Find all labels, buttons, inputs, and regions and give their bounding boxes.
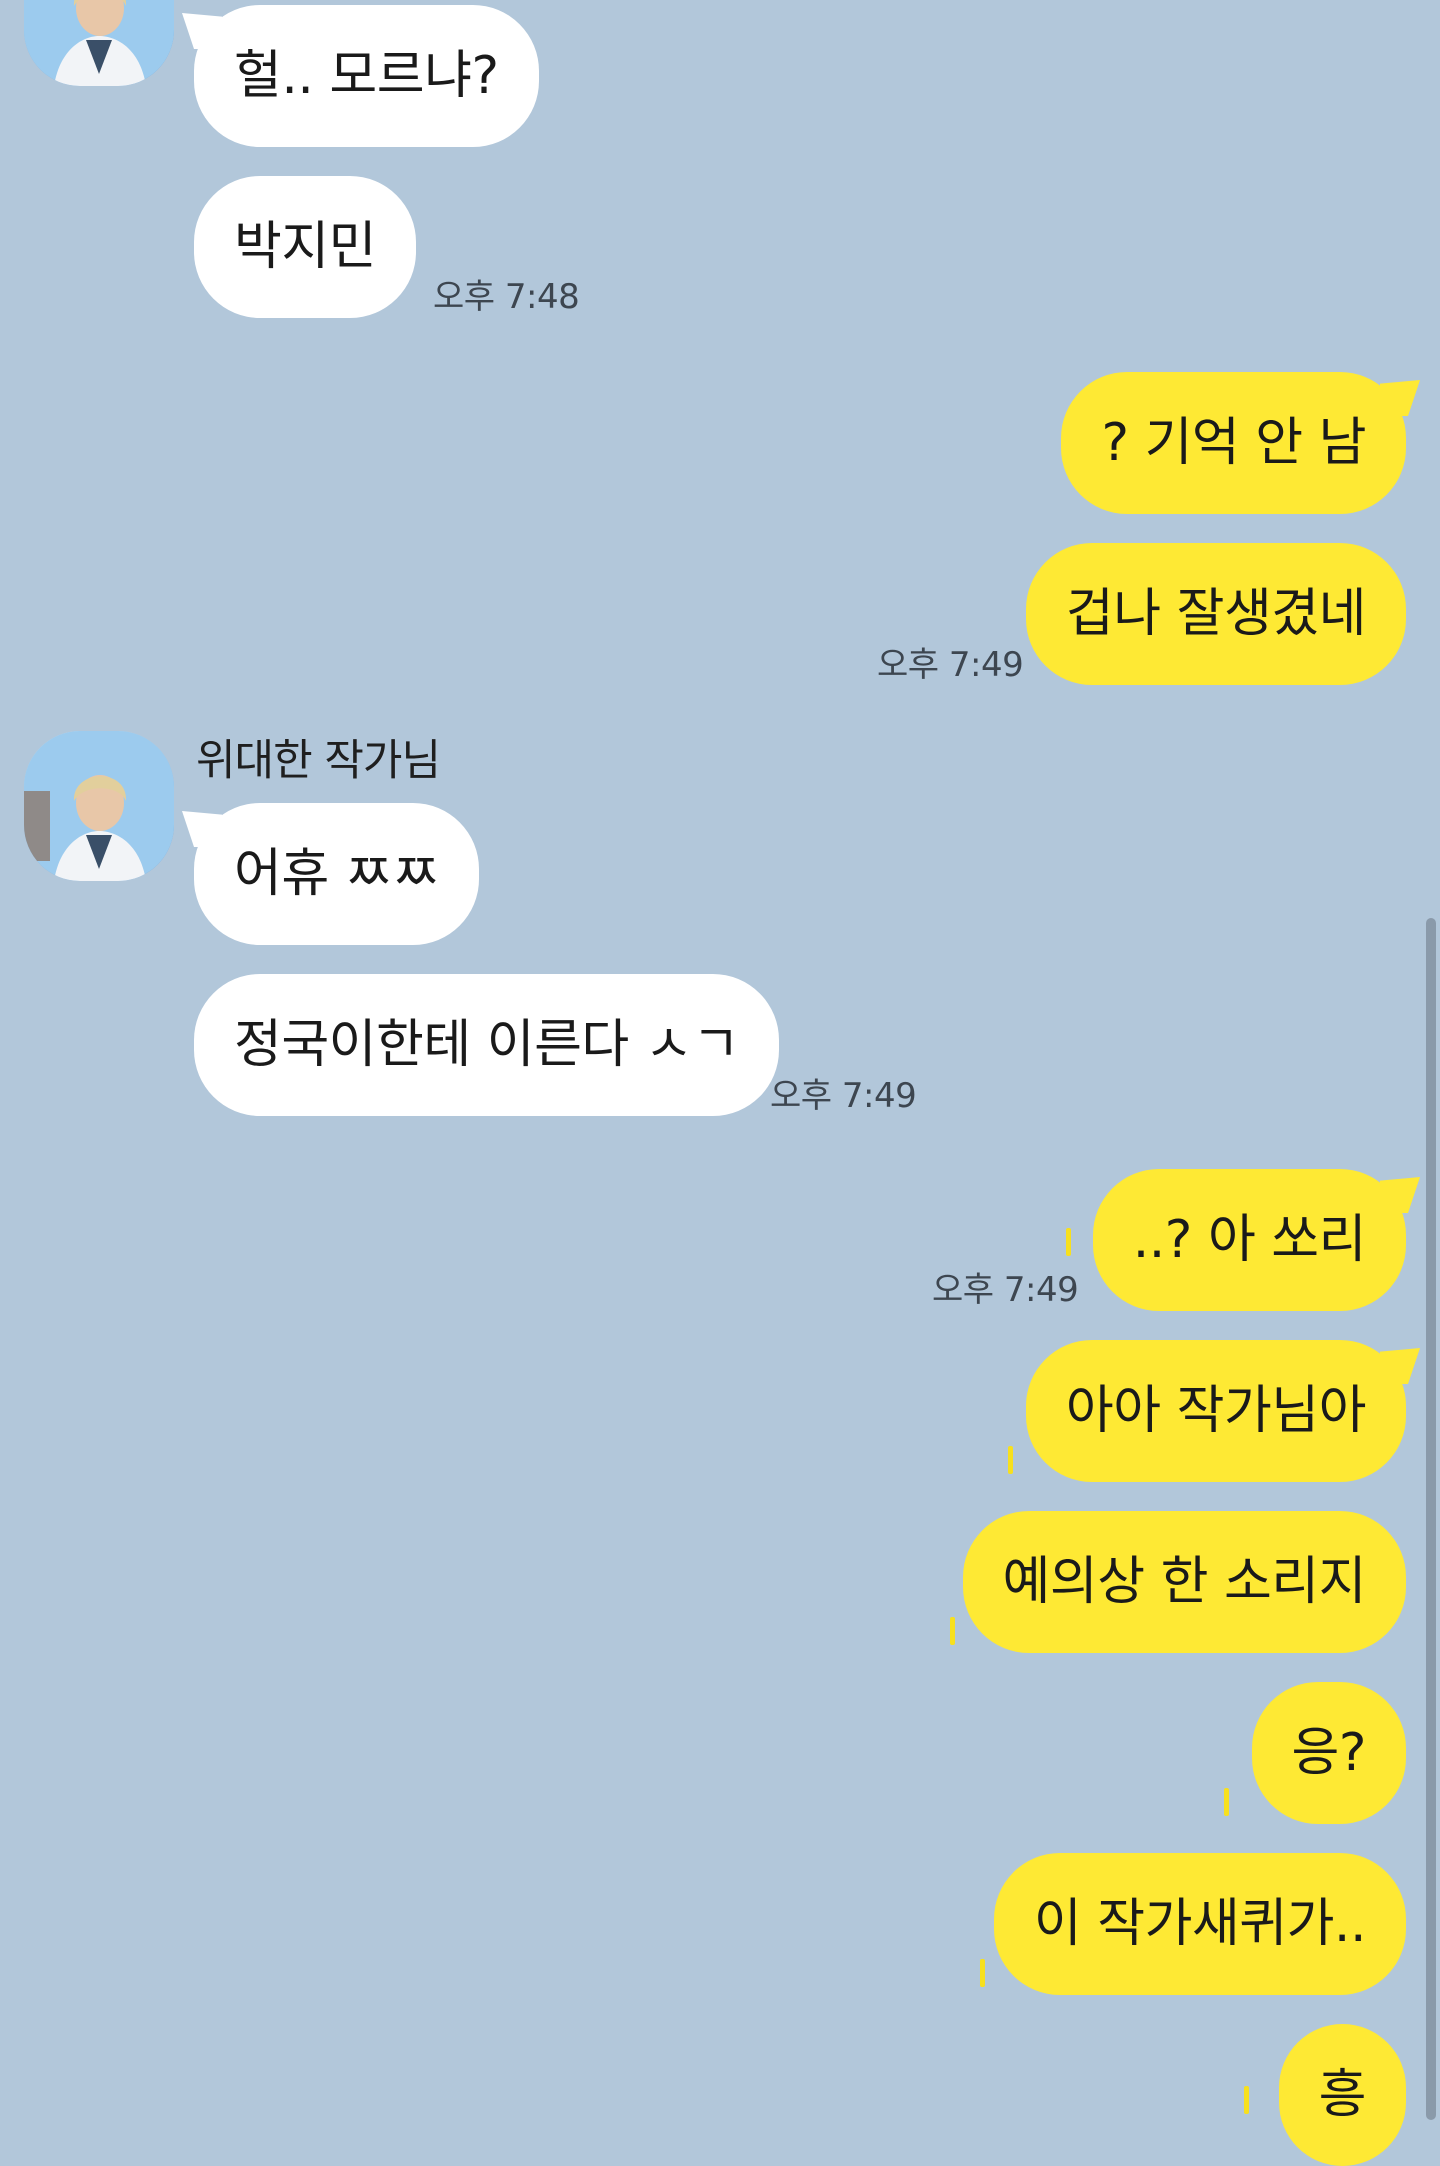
unread-marker <box>950 1617 955 1645</box>
message-text: 응? <box>1291 1723 1367 1783</box>
message-bubble[interactable]: 응? <box>1251 1682 1406 1824</box>
sender-name: 위대한 작가님 <box>196 736 441 786</box>
message-bubble[interactable]: ..? 아 쏘리 <box>1092 1169 1406 1311</box>
message-bubble[interactable]: ? 기억 안 남 <box>1061 372 1406 514</box>
message-bubble[interactable]: 흥 <box>1278 2024 1406 2166</box>
unread-marker <box>1066 1228 1071 1256</box>
message-bubble[interactable]: 헐.. 모르냐? <box>194 5 539 147</box>
profile-photo-icon <box>24 731 174 881</box>
message-bubble[interactable]: 어휴 ㅉㅉ <box>194 803 480 945</box>
message-text: 정국이한테 이른다 ㅅㄱ <box>234 1015 740 1075</box>
unread-marker <box>1224 1788 1229 1816</box>
scrollbar[interactable] <box>1426 918 1436 2120</box>
message-text: 겁나 잘생겼네 <box>1065 584 1367 644</box>
message-bubble[interactable]: 겁나 잘생겼네 <box>1025 543 1406 685</box>
message-bubble[interactable]: 아아 작가님아 <box>1025 1340 1406 1482</box>
unread-marker <box>980 1959 985 1987</box>
message-text: 흥 <box>1318 2065 1367 2125</box>
message-text: 어휴 ㅉㅉ <box>234 844 440 904</box>
avatar[interactable] <box>24 731 174 881</box>
message-text: ? 기억 안 남 <box>1101 413 1366 473</box>
message-text: 헐.. 모르냐? <box>234 46 499 106</box>
message-timestamp: 오후 7:49 <box>932 1270 1079 1310</box>
message-text: ..? 아 쏘리 <box>1132 1210 1367 1270</box>
message-text: 아아 작가님아 <box>1065 1381 1367 1441</box>
message-bubble[interactable]: 예의상 한 소리지 <box>962 1511 1406 1653</box>
avatar-top[interactable] <box>24 0 174 86</box>
message-text: 이 작가새퀴가.. <box>1033 1894 1367 1954</box>
message-text: 예의상 한 소리지 <box>1002 1552 1367 1612</box>
message-bubble[interactable]: 이 작가새퀴가.. <box>993 1853 1406 1995</box>
unread-marker <box>1244 2086 1249 2114</box>
unread-marker <box>1008 1446 1013 1474</box>
profile-photo-icon <box>24 0 174 86</box>
message-timestamp: 오후 7:49 <box>877 645 1024 685</box>
message-timestamp: 오후 7:48 <box>433 277 580 317</box>
message-text: 박지민 <box>234 217 377 277</box>
message-bubble[interactable]: 박지민 <box>194 176 417 318</box>
message-bubble[interactable]: 정국이한테 이른다 ㅅㄱ <box>194 974 780 1116</box>
message-timestamp: 오후 7:49 <box>770 1076 917 1116</box>
